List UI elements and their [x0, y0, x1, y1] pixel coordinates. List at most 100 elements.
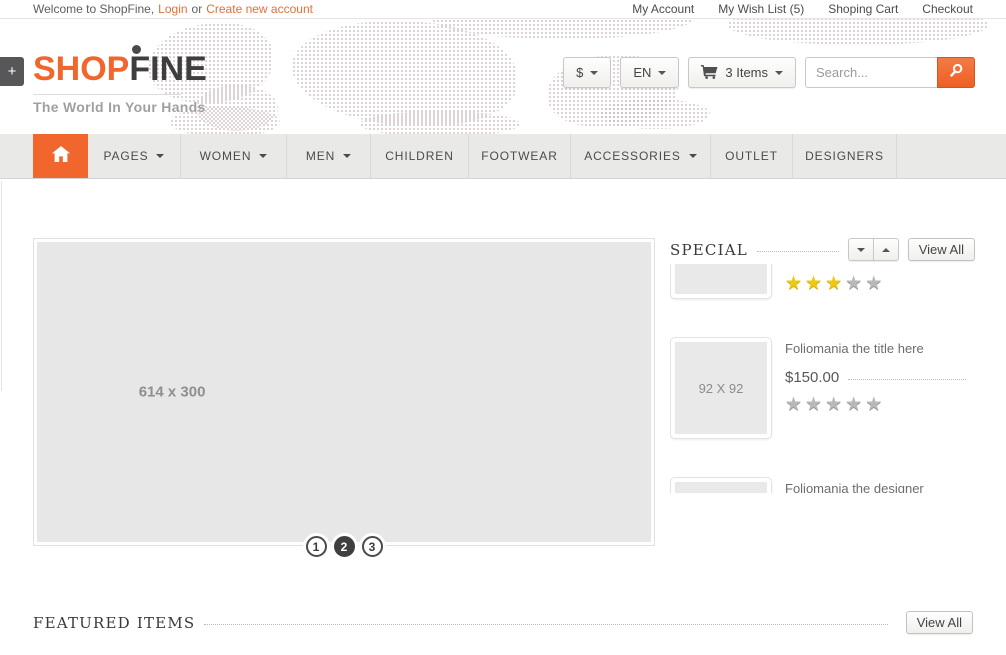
nav-item-label: PAGES	[104, 149, 149, 163]
chevron-down-icon	[857, 248, 865, 252]
slider-page-3[interactable]: 3	[362, 536, 383, 557]
special-title: SPECIAL	[670, 241, 748, 259]
language-label: EN	[633, 65, 651, 80]
star-filled-icon: ★	[785, 273, 805, 294]
welcome-prefix: Welcome to ShopFine,	[33, 2, 154, 16]
side-panel-toggle-button[interactable]: +	[0, 57, 24, 86]
product-title[interactable]: Foliomania the title here	[785, 341, 975, 356]
page: Welcome to ShopFine, Login or Create new…	[0, 0, 1006, 655]
product-price-row: $150.00	[785, 369, 975, 386]
left-panel-edge	[1, 181, 2, 391]
scroll-down-button[interactable]	[848, 238, 874, 261]
slider-pagination: 1 2 3	[34, 536, 654, 557]
chevron-down-icon	[590, 71, 598, 75]
cart-items-label: 3 Items	[725, 65, 768, 80]
star-empty-icon: ★	[865, 273, 885, 294]
logo-part-fine: FINE	[129, 50, 206, 88]
language-dropdown[interactable]: EN	[620, 57, 679, 88]
nav-item-label: OUTLET	[725, 149, 778, 163]
chevron-down-icon	[343, 154, 351, 158]
nav-item-designers[interactable]: DESIGNERS	[793, 134, 897, 178]
chevron-down-icon	[689, 154, 697, 158]
dotted-divider	[848, 379, 966, 380]
cart-dropdown[interactable]: 3 Items	[688, 57, 796, 88]
search-button[interactable]	[937, 57, 975, 88]
product-price: $150.00	[785, 369, 839, 386]
product-image[interactable]	[670, 477, 772, 493]
home-icon	[52, 146, 70, 167]
search-input[interactable]	[805, 57, 937, 88]
nav-item-home[interactable]	[33, 134, 88, 178]
product-meta: ★★★★★	[785, 264, 975, 299]
product-title[interactable]: Foliomania the designer	[785, 481, 975, 493]
cart-icon	[701, 64, 718, 82]
special-product-item: Foliomania the designer	[670, 477, 975, 493]
top-menu-shopping-cart[interactable]: Shoping Cart	[828, 2, 898, 16]
logo[interactable]: SHOPFINE The World In Your Hands	[33, 52, 207, 115]
special-product-item: ★★★★★	[670, 264, 975, 299]
nav-item-pages[interactable]: PAGES	[88, 134, 181, 178]
login-link[interactable]: Login	[158, 2, 187, 16]
top-menu-my-account[interactable]: My Account	[632, 2, 694, 16]
chevron-down-icon	[775, 71, 783, 75]
nav-item-label: MEN	[306, 149, 335, 163]
special-carousel-items: ★★★★★ 92 X 92 Foliomania the title here …	[670, 264, 975, 493]
nav-item-label: WOMEN	[200, 149, 252, 163]
chevron-down-icon	[156, 154, 164, 158]
product-image-placeholder: 92 X 92	[675, 342, 767, 434]
chevron-up-icon	[882, 248, 890, 252]
nav-item-label: FOOTWEAR	[481, 149, 558, 163]
star-empty-icon: ★	[805, 394, 825, 415]
featured-view-all-button[interactable]: View All	[906, 611, 973, 634]
star-empty-icon: ★	[845, 394, 865, 415]
product-image[interactable]	[670, 264, 772, 299]
star-filled-icon: ★	[825, 273, 845, 294]
product-image[interactable]: 92 X 92	[670, 337, 772, 439]
product-image-placeholder	[675, 482, 767, 493]
or-text: or	[192, 2, 203, 16]
product-image-placeholder	[675, 264, 767, 294]
welcome-text: Welcome to ShopFine, Login or Create new…	[33, 2, 313, 16]
slider-page-2-active[interactable]: 2	[334, 536, 355, 557]
special-header: SPECIAL View All	[670, 238, 975, 261]
logo-text: SHOPFINE	[33, 52, 207, 86]
chevron-down-icon	[259, 154, 267, 158]
slide-image-placeholder: 614 x 300	[37, 242, 651, 542]
star-empty-icon: ★	[865, 394, 885, 415]
special-carousel-viewport: ★★★★★ 92 X 92 Foliomania the title here …	[670, 264, 975, 493]
create-account-link[interactable]: Create new account	[206, 2, 313, 16]
star-filled-icon: ★	[805, 273, 825, 294]
nav-item-children[interactable]: CHILDREN	[371, 134, 469, 178]
nav-item-women[interactable]: WOMEN	[181, 134, 287, 178]
star-empty-icon: ★	[825, 394, 845, 415]
special-product-item: 92 X 92 Foliomania the title here $150.0…	[670, 337, 975, 439]
product-meta: Foliomania the title here $150.00 ★★★★★	[785, 337, 975, 439]
star-empty-icon: ★	[845, 273, 865, 294]
slide-placeholder-label: 614 x 300	[139, 384, 206, 401]
currency-dropdown[interactable]: $	[563, 57, 611, 88]
top-menu-wish-list[interactable]: My Wish List (5)	[718, 2, 804, 16]
nav-item-men[interactable]: MEN	[287, 134, 371, 178]
header-controls: $ EN 3 Items	[563, 57, 975, 88]
star-empty-icon: ★	[785, 394, 805, 415]
featured-items-title: FEATURED ITEMS	[33, 614, 195, 632]
slider-page-1[interactable]: 1	[306, 536, 327, 557]
search-form	[805, 57, 975, 88]
nav-item-outlet[interactable]: OUTLET	[711, 134, 793, 178]
rating-stars: ★★★★★	[785, 395, 975, 414]
dotted-divider	[757, 251, 839, 252]
chevron-down-icon	[658, 71, 666, 75]
nav-item-label: ACCESSORIES	[584, 149, 681, 163]
nav-item-accessories[interactable]: ACCESSORIES	[571, 134, 711, 178]
main-content: 614 x 300 1 2 3 SPECIAL	[0, 179, 1006, 655]
logo-divider	[33, 94, 181, 95]
top-menu-checkout[interactable]: Checkout	[922, 2, 973, 16]
scroll-up-button[interactable]	[873, 238, 899, 261]
plus-icon: +	[8, 63, 17, 80]
product-meta: Foliomania the designer	[785, 477, 975, 493]
nav-item-footwear[interactable]: FOOTWEAR	[469, 134, 571, 178]
main-slider: 614 x 300 1 2 3	[33, 238, 655, 546]
nav-item-label: DESIGNERS	[805, 149, 884, 163]
rating-stars: ★★★★★	[785, 274, 975, 293]
special-view-all-button[interactable]: View All	[908, 238, 975, 261]
